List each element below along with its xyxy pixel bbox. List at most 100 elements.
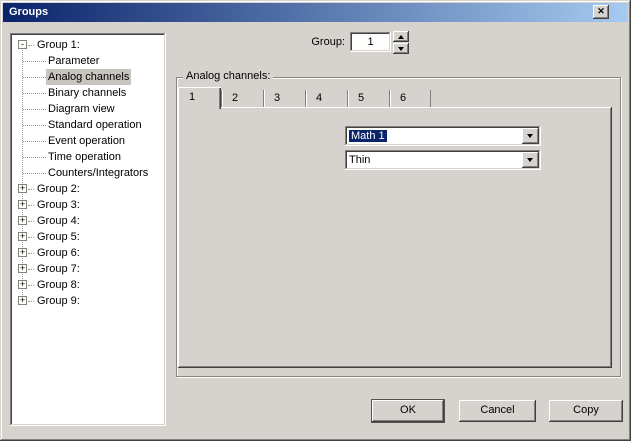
- cancel-button[interactable]: Cancel: [459, 400, 536, 422]
- line-width-dropdown-button[interactable]: [522, 152, 539, 168]
- tree-item-diagram-view[interactable]: Diagram view: [46, 101, 117, 117]
- tab-2[interactable]: 2: [221, 90, 263, 107]
- tree-item-group-2[interactable]: Group 2:: [35, 181, 82, 197]
- expand-icon[interactable]: +: [18, 232, 27, 241]
- input-signal-dropdown-button[interactable]: [522, 128, 539, 144]
- tab-label: 5: [358, 92, 364, 104]
- tree-item-group-3[interactable]: Group 3:: [35, 197, 82, 213]
- tree-row: Standard operation: [12, 117, 164, 133]
- expand-icon[interactable]: +: [18, 296, 27, 305]
- chevron-down-icon: [527, 158, 533, 162]
- tab-label: 1: [189, 91, 195, 103]
- tree-item-event-operation[interactable]: Event operation: [46, 133, 127, 149]
- tree-stub: [23, 109, 46, 110]
- tree-row: Event operation: [12, 133, 164, 149]
- tree-row: Counters/Integrators: [12, 165, 164, 181]
- tree-row: + Group 3:: [12, 197, 164, 213]
- group-number-field[interactable]: [350, 32, 391, 52]
- spin-down-button[interactable]: [393, 43, 409, 54]
- tree-row: + Group 6:: [12, 245, 164, 261]
- tab-page: [178, 107, 612, 368]
- expand-icon[interactable]: +: [18, 248, 27, 257]
- tab-4[interactable]: 4: [305, 90, 347, 107]
- tree-row: + Group 7:: [12, 261, 164, 277]
- close-button[interactable]: ✕: [593, 5, 609, 19]
- tab-label: 6: [400, 92, 406, 104]
- spin-up-button[interactable]: [393, 31, 409, 42]
- expand-icon[interactable]: +: [18, 200, 27, 209]
- tab-1[interactable]: 1: [178, 87, 221, 109]
- tree-item-time-operation[interactable]: Time operation: [46, 149, 123, 165]
- close-icon: ✕: [597, 6, 605, 16]
- tab-3[interactable]: 3: [263, 90, 305, 107]
- tab-label: 4: [316, 92, 322, 104]
- groupbox-title: Analog channels:: [183, 70, 273, 82]
- tree-row: Binary channels: [12, 85, 164, 101]
- line-width-combobox[interactable]: Thin: [345, 150, 541, 170]
- input-signal-value: Math 1: [349, 130, 387, 142]
- group-tree[interactable]: - Group 1: Parameter Analog channels Bin…: [12, 35, 164, 424]
- ok-button-label: OK: [400, 404, 416, 416]
- tree-item-standard-operation[interactable]: Standard operation: [46, 117, 144, 133]
- groups-dialog: Groups ✕ - Group 1: Parameter Analog cha…: [0, 0, 631, 441]
- expand-icon[interactable]: +: [18, 184, 27, 193]
- input-signal-combobox[interactable]: Math 1: [345, 126, 541, 146]
- tree-stub: [28, 237, 34, 238]
- copy-button[interactable]: Copy: [549, 400, 623, 422]
- tree-row: + Group 2:: [12, 181, 164, 197]
- expand-icon[interactable]: +: [18, 264, 27, 273]
- tree-row: + Group 4:: [12, 213, 164, 229]
- tree-item-group-6[interactable]: Group 6:: [35, 245, 82, 261]
- tree-item-group-8[interactable]: Group 8:: [35, 277, 82, 293]
- tree-stub: [28, 221, 34, 222]
- tree-item-group-7[interactable]: Group 7:: [35, 261, 82, 277]
- spin-down-icon: [398, 47, 404, 51]
- tab-label: 2: [232, 92, 238, 104]
- tree-row: - Group 1:: [12, 37, 164, 53]
- tree-stub: [28, 301, 34, 302]
- copy-button-label: Copy: [573, 404, 599, 416]
- expand-icon[interactable]: +: [18, 216, 27, 225]
- tab-5[interactable]: 5: [347, 90, 389, 107]
- spin-up-icon: [398, 35, 404, 39]
- group-selector-label: Group:: [250, 36, 345, 48]
- tab-6[interactable]: 6: [389, 90, 431, 107]
- tree-row: + Group 8:: [12, 277, 164, 293]
- tree-row: Analog channels: [12, 69, 164, 85]
- tree-item-group-4[interactable]: Group 4:: [35, 213, 82, 229]
- tree-row: + Group 9:: [12, 293, 164, 309]
- title-bar[interactable]: Groups: [3, 3, 628, 22]
- chevron-down-icon: [527, 134, 533, 138]
- tree-stub: [23, 93, 46, 94]
- tree-item-group-9[interactable]: Group 9:: [35, 293, 82, 309]
- tree-item-group-5[interactable]: Group 5:: [35, 229, 82, 245]
- tree-row: Parameter: [12, 53, 164, 69]
- tree-stub: [28, 285, 34, 286]
- tree-row: Diagram view: [12, 101, 164, 117]
- tree-stub: [23, 173, 46, 174]
- ok-button[interactable]: OK: [372, 400, 444, 422]
- tree-stub: [28, 45, 34, 46]
- tree-row: Time operation: [12, 149, 164, 165]
- tree-panel: - Group 1: Parameter Analog channels Bin…: [10, 33, 166, 426]
- tree-stub: [23, 141, 46, 142]
- tree-row: + Group 5:: [12, 229, 164, 245]
- tree-stub: [28, 189, 34, 190]
- tree-item-binary-channels[interactable]: Binary channels: [46, 85, 128, 101]
- line-width-value: Thin: [349, 154, 370, 166]
- expand-icon[interactable]: +: [18, 280, 27, 289]
- tree-item-parameter[interactable]: Parameter: [46, 53, 101, 69]
- tree-item-analog-channels[interactable]: Analog channels: [46, 69, 131, 85]
- tree-stub: [23, 125, 46, 126]
- tab-label: 3: [274, 92, 280, 104]
- tree-stub: [28, 205, 34, 206]
- tree-stub: [23, 157, 46, 158]
- tree-stub: [28, 269, 34, 270]
- window-title: Groups: [9, 6, 48, 18]
- tree-item-counters-integrators[interactable]: Counters/Integrators: [46, 165, 150, 181]
- tree-stub: [28, 253, 34, 254]
- tree-stub: [23, 77, 46, 78]
- tree-item-group-1[interactable]: Group 1:: [35, 37, 82, 53]
- collapse-icon[interactable]: -: [18, 40, 27, 49]
- tree-stub: [23, 61, 46, 62]
